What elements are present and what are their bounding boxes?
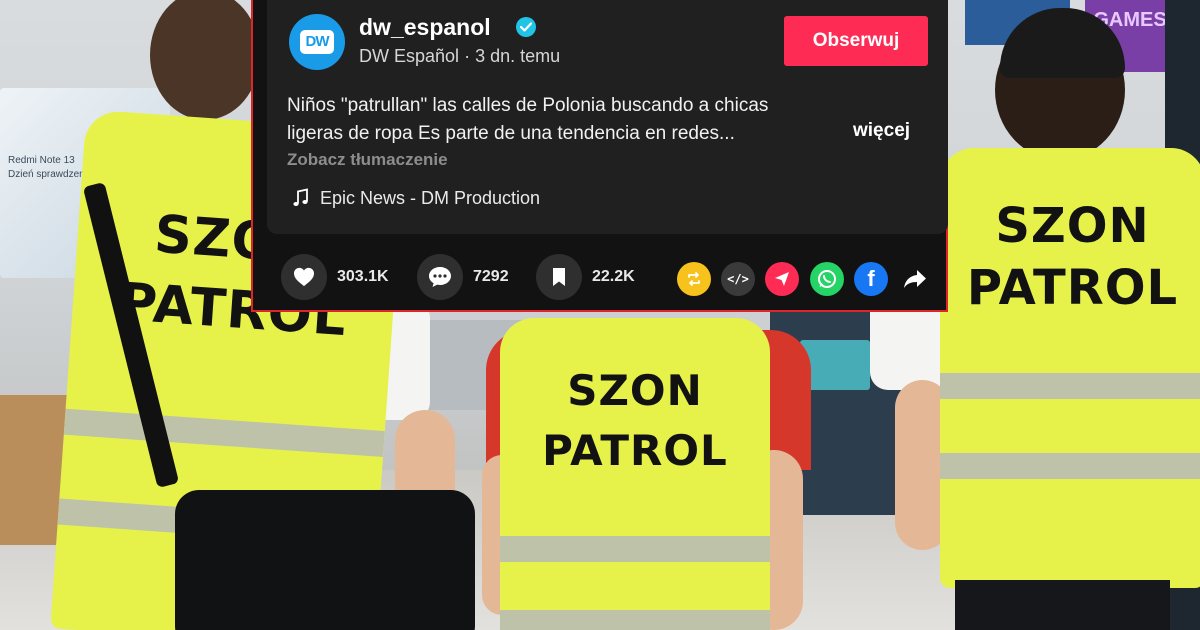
verified-icon [516, 17, 536, 37]
head [150, 0, 260, 120]
save-button[interactable]: 22.2K [536, 254, 635, 300]
follow-button[interactable]: Obserwuj [784, 16, 928, 66]
vest-text-szon: SZON [567, 366, 703, 415]
pants [955, 580, 1170, 630]
vest-text-patrol: PATROL [966, 260, 1179, 316]
share-arrow-icon[interactable] [898, 262, 932, 296]
dw-logo: DW [300, 30, 334, 54]
description-line: Niños "patrullan" las calles de Polonia … [287, 95, 769, 116]
vest-text-patrol: PATROL [542, 426, 728, 475]
safety-vest: SZON PATROL [500, 318, 770, 630]
post-meta: DW Español · 3 dn. temu [359, 46, 560, 67]
save-count: 22.2K [592, 268, 635, 285]
heart-icon [281, 254, 327, 300]
comment-count: 7292 [473, 268, 509, 285]
vest-text-szon: SZON [995, 198, 1150, 254]
like-count: 303.1K [337, 268, 389, 285]
safety-vest: SZON PATROL [940, 148, 1200, 588]
display-name: DW Español [359, 46, 460, 66]
comment-icon [417, 254, 463, 300]
send-icon[interactable] [765, 262, 799, 296]
repost-icon[interactable] [677, 262, 711, 296]
more-link[interactable]: więcej [853, 120, 910, 142]
like-button[interactable]: 303.1K [281, 254, 389, 300]
username[interactable]: dw_espanol [359, 14, 491, 41]
see-translation-link[interactable]: Zobacz tłumaczenie [287, 150, 448, 170]
bookmark-icon [536, 254, 582, 300]
action-bar: 303.1K 7292 22.2K </> f [253, 254, 946, 304]
facebook-icon[interactable]: f [854, 262, 888, 296]
music-name: Epic News - DM Production [320, 187, 541, 208]
post-description: Niños "patrullan" las calles de Polonia … [287, 92, 847, 148]
channel-avatar[interactable]: DW [289, 14, 345, 70]
store-promo-text: Redmi Note 13 Dzień sprawdzenia [8, 155, 93, 180]
time-ago: 3 dn. temu [475, 46, 561, 66]
music-note-icon [293, 188, 308, 206]
post-info: DW dw_espanol DW Español · 3 dn. temu Ob… [267, 0, 948, 234]
comment-button[interactable]: 7292 [417, 254, 509, 300]
black-bag [175, 490, 475, 630]
description-line: ligeras de ropa Es parte de una tendenci… [287, 123, 735, 144]
music-track[interactable]: Epic News - DM Production [289, 186, 540, 210]
post-card: DW dw_espanol DW Español · 3 dn. temu Ob… [251, 0, 948, 312]
whatsapp-icon[interactable] [810, 262, 844, 296]
embed-icon[interactable]: </> [721, 262, 755, 296]
separator-dot: · [464, 46, 476, 66]
